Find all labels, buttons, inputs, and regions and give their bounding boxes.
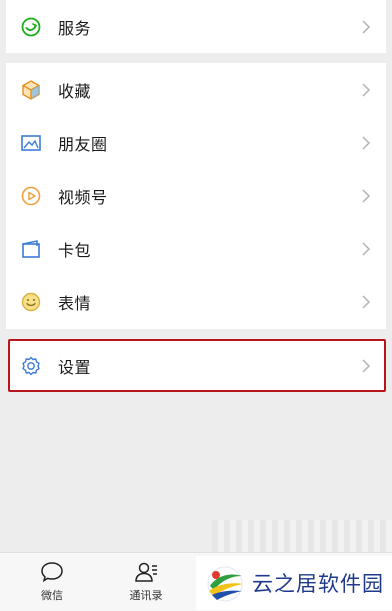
gear-icon bbox=[22, 356, 40, 375]
moments-picture-icon bbox=[21, 134, 41, 151]
chevron-right-icon bbox=[362, 358, 371, 373]
services-group: 服务 bbox=[6, 0, 386, 53]
tab-label: 微信 bbox=[41, 589, 63, 602]
watermark-logo-icon bbox=[207, 566, 243, 602]
sticker-smile-icon bbox=[21, 292, 41, 311]
chevron-right-icon bbox=[362, 82, 371, 97]
services-icon bbox=[21, 17, 41, 36]
tab-contacts[interactable]: 通讯录 bbox=[116, 559, 176, 603]
favorites-cube-icon bbox=[22, 79, 40, 100]
menu-item-label: 视频号 bbox=[58, 187, 108, 207]
menu-item-cards[interactable]: 卡包 bbox=[6, 222, 386, 275]
menu-item-label: 朋友圈 bbox=[58, 134, 108, 154]
watermark-text: 云之居软件园 bbox=[252, 572, 384, 596]
settings-highlight-box: 设置 bbox=[8, 339, 386, 392]
menu-item-label: 表情 bbox=[58, 293, 92, 313]
chevron-right-icon bbox=[362, 188, 371, 203]
menu-item-services[interactable]: 服务 bbox=[6, 0, 386, 53]
chevron-right-icon bbox=[362, 19, 371, 34]
menu-item-stickers[interactable]: 表情 bbox=[6, 275, 386, 328]
card-wallet-icon bbox=[22, 239, 40, 258]
contacts-icon bbox=[135, 562, 157, 582]
menu-item-moments[interactable]: 朋友圈 bbox=[6, 116, 386, 169]
menu-item-label: 卡包 bbox=[58, 240, 92, 260]
chevron-right-icon bbox=[362, 294, 371, 309]
menu-group: 收藏 朋友圈 视频号 卡包 表情 bbox=[6, 63, 386, 329]
chevron-right-icon bbox=[362, 135, 371, 150]
menu-item-label: 收藏 bbox=[58, 81, 92, 101]
tab-label: 通讯录 bbox=[129, 589, 163, 602]
menu-item-label: 设置 bbox=[58, 357, 92, 377]
watermark: 云之居软件园 bbox=[196, 556, 392, 610]
menu-item-settings[interactable]: 设置 bbox=[10, 341, 384, 390]
menu-item-channels[interactable]: 视频号 bbox=[6, 169, 386, 222]
menu-item-favorites[interactable]: 收藏 bbox=[6, 63, 386, 116]
menu-item-label: 服务 bbox=[58, 18, 92, 38]
tab-chats[interactable]: 微信 bbox=[22, 559, 82, 603]
channels-play-icon bbox=[21, 186, 41, 205]
chevron-right-icon bbox=[362, 241, 371, 256]
chat-bubble-icon bbox=[41, 562, 63, 583]
